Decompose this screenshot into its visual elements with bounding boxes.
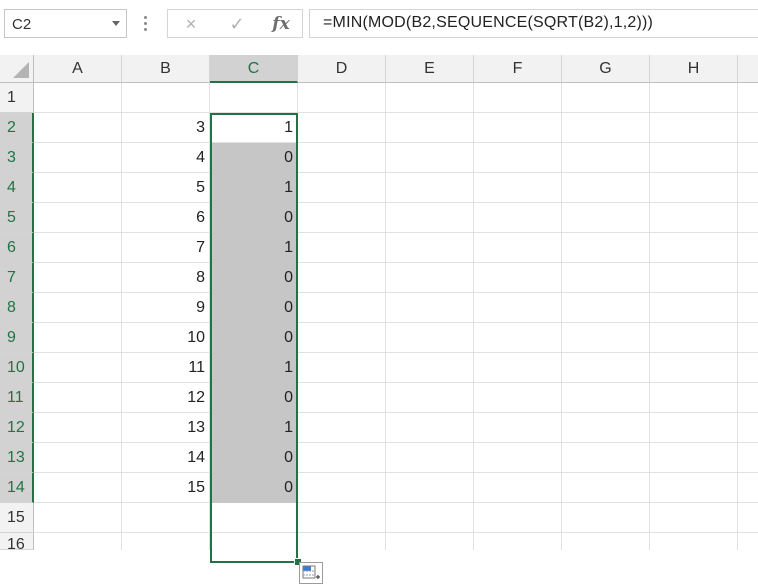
cell-c9[interactable]: 0 <box>210 323 298 353</box>
cell-b10[interactable]: 11 <box>122 353 210 383</box>
name-box-value: C2 <box>12 16 32 33</box>
cell-b8[interactable]: 9 <box>122 293 210 323</box>
cell-b4[interactable]: 5 <box>122 173 210 203</box>
row-header-9[interactable]: 9 <box>0 323 34 353</box>
row-header-15[interactable]: 15 <box>0 503 34 533</box>
name-box[interactable]: C2 <box>4 9 127 38</box>
cell-c3[interactable]: 0 <box>210 143 298 173</box>
row-header-4[interactable]: 4 <box>0 173 34 203</box>
column-header-g[interactable]: G <box>562 55 650 83</box>
gridline <box>385 83 386 550</box>
cell-c2[interactable]: 1 <box>210 113 298 143</box>
select-all-icon <box>13 62 29 78</box>
row-header-14[interactable]: 14 <box>0 473 34 503</box>
formula-bar-area: C2 × ✓ fx =MIN(MOD(B2,SEQUENCE(SQRT(B2),… <box>0 0 758 55</box>
cell-b3[interactable]: 4 <box>122 143 210 173</box>
chevron-down-icon[interactable] <box>112 21 120 26</box>
formula-input[interactable]: =MIN(MOD(B2,SEQUENCE(SQRT(B2),1,2))) <box>309 9 758 38</box>
cell-b2[interactable]: 3 <box>122 113 210 143</box>
row-header-2[interactable]: 2 <box>0 113 34 143</box>
row-header-7[interactable]: 7 <box>0 263 34 293</box>
gridline <box>737 83 738 550</box>
column-header-f[interactable]: F <box>474 55 562 83</box>
cell-c10[interactable]: 1 <box>210 353 298 383</box>
column-header-a[interactable]: A <box>34 55 122 83</box>
cancel-button[interactable]: × <box>177 13 205 35</box>
column-header-d[interactable]: D <box>298 55 386 83</box>
row-header-8[interactable]: 8 <box>0 293 34 323</box>
row-header-6[interactable]: 6 <box>0 233 34 263</box>
cell-b7[interactable]: 8 <box>122 263 210 293</box>
cell-c6[interactable]: 1 <box>210 233 298 263</box>
cell-b13[interactable]: 14 <box>122 443 210 473</box>
gridline <box>649 83 650 550</box>
column-header-h[interactable]: H <box>650 55 738 83</box>
quick-analysis-icon[interactable] <box>299 562 323 584</box>
row-header-13[interactable]: 13 <box>0 443 34 473</box>
cell-c7[interactable]: 0 <box>210 263 298 293</box>
enter-button[interactable]: ✓ <box>223 13 251 35</box>
cell-c8[interactable]: 0 <box>210 293 298 323</box>
cell-c4[interactable]: 1 <box>210 173 298 203</box>
column-header-i[interactable] <box>738 55 758 83</box>
row-header-11[interactable]: 11 <box>0 383 34 413</box>
cell-b12[interactable]: 13 <box>122 413 210 443</box>
insert-function-button[interactable]: fx <box>267 13 295 35</box>
row-header-5[interactable]: 5 <box>0 203 34 233</box>
formula-buttons: × ✓ fx <box>167 9 303 38</box>
cell-b11[interactable]: 12 <box>122 383 210 413</box>
row-header-10[interactable]: 10 <box>0 353 34 383</box>
cell-c14[interactable]: 0 <box>210 473 298 503</box>
select-all-button[interactable] <box>0 55 34 83</box>
row-header-1[interactable]: 1 <box>0 83 34 113</box>
cell-b9[interactable]: 10 <box>122 323 210 353</box>
row-header-3[interactable]: 3 <box>0 143 34 173</box>
row-header-16[interactable]: 16 <box>0 533 34 550</box>
cell-b5[interactable]: 6 <box>122 203 210 233</box>
column-header-e[interactable]: E <box>386 55 474 83</box>
row-header-12[interactable]: 12 <box>0 413 34 443</box>
gridline <box>561 83 562 550</box>
gridline <box>473 83 474 550</box>
cell-c12[interactable]: 1 <box>210 413 298 443</box>
column-header-b[interactable]: B <box>122 55 210 83</box>
cell-b14[interactable]: 15 <box>122 473 210 503</box>
spreadsheet-grid[interactable]: A B C D E F G H 1 2 3 4 5 6 7 8 9 10 11 … <box>0 55 758 584</box>
cell-c5[interactable]: 0 <box>210 203 298 233</box>
cell-c13[interactable]: 0 <box>210 443 298 473</box>
formula-text: =MIN(MOD(B2,SEQUENCE(SQRT(B2),1,2))) <box>323 14 654 31</box>
cell-c11[interactable]: 0 <box>210 383 298 413</box>
column-header-c[interactable]: C <box>210 55 298 83</box>
cell-b6[interactable]: 7 <box>122 233 210 263</box>
gridline <box>34 532 758 533</box>
formula-bar-resize-handle[interactable] <box>144 14 148 32</box>
